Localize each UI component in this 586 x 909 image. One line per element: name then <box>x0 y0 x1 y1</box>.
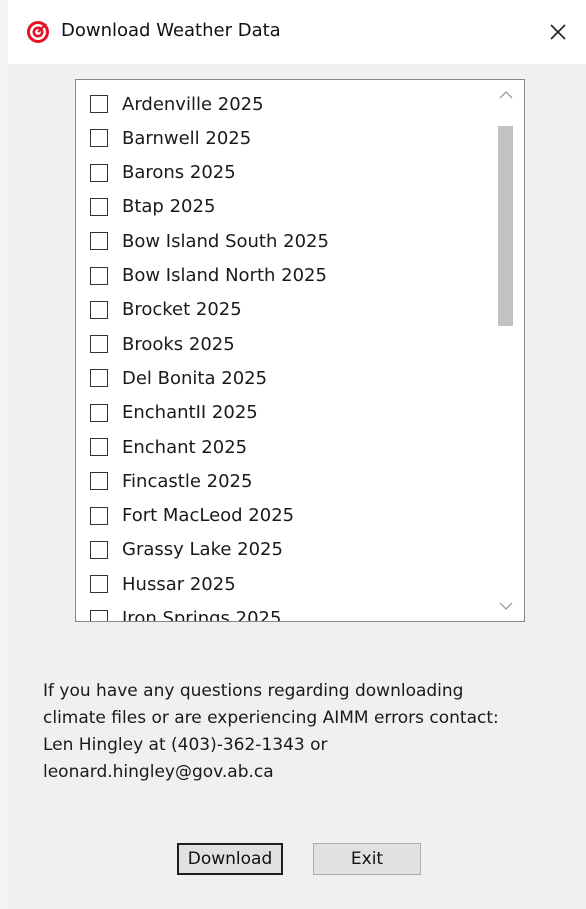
station-list-item[interactable]: Fincastle 2025 <box>90 466 252 496</box>
station-label: Brocket 2025 <box>122 299 242 321</box>
contact-line: If you have any questions regarding down… <box>43 681 464 701</box>
station-checkbox[interactable] <box>90 129 108 148</box>
exit-button[interactable]: Exit <box>313 843 421 875</box>
station-label: Btap 2025 <box>122 196 216 218</box>
station-checkbox[interactable] <box>90 575 108 594</box>
station-label: Ardenville 2025 <box>122 93 264 115</box>
close-button[interactable] <box>530 0 586 64</box>
station-label: Bow Island South 2025 <box>122 230 329 252</box>
station-list-item[interactable]: Del Bonita 2025 <box>90 363 267 393</box>
station-label: Barnwell 2025 <box>122 127 252 149</box>
station-list-item[interactable]: Bow Island North 2025 <box>90 261 327 291</box>
station-list-item[interactable]: Barnwell 2025 <box>90 123 251 153</box>
contact-email: leonard.hingley@gov.ab.ca <box>43 762 274 782</box>
station-label: Fort MacLeod 2025 <box>122 505 295 527</box>
station-list-item[interactable]: Iron Springs 2025 <box>90 604 282 622</box>
target-icon <box>27 21 49 43</box>
station-list-item[interactable]: Brocket 2025 <box>90 295 242 325</box>
station-checkbox[interactable] <box>90 506 108 525</box>
station-label: Iron Springs 2025 <box>122 608 282 622</box>
close-icon <box>550 24 566 40</box>
station-list-item[interactable]: Bow Island South 2025 <box>90 226 329 256</box>
station-list-item[interactable]: Fort MacLeod 2025 <box>90 501 294 531</box>
station-checkbox[interactable] <box>90 369 108 388</box>
contact-info: If you have any questions regarding down… <box>43 678 563 786</box>
station-list-item[interactable]: Barons 2025 <box>90 158 236 188</box>
station-label: Del Bonita 2025 <box>122 367 268 389</box>
station-label: Brooks 2025 <box>122 333 235 355</box>
station-label: Fincastle 2025 <box>122 470 253 492</box>
station-checklist[interactable]: Ardenville 2025 Barnwell 2025 Barons 2025 B… <box>75 79 525 622</box>
contact-line: climate files or are experiencing AIMM e… <box>43 708 499 728</box>
download-weather-data-dialog: Download Weather Data Ardenville 2025 Bar… <box>8 0 586 909</box>
station-label: Bow Island North 2025 <box>122 265 327 286</box>
download-button[interactable]: Download <box>177 843 283 875</box>
station-label: Grassy Lake 2025 <box>122 539 283 561</box>
station-checkbox[interactable] <box>90 95 108 113</box>
station-checkbox[interactable] <box>90 232 108 251</box>
station-list-item[interactable]: EnchantII 2025 <box>90 398 258 428</box>
station-checkbox[interactable] <box>90 266 108 285</box>
window-title: Download Weather Data <box>61 20 281 41</box>
station-label: EnchantII 2025 <box>122 402 258 424</box>
station-checkbox[interactable] <box>90 335 108 354</box>
vertical-scrollbar[interactable] <box>490 80 524 621</box>
scroll-up-arrow-icon[interactable] <box>499 90 513 100</box>
station-label: Enchant 2025 <box>122 436 248 458</box>
station-checkbox[interactable] <box>90 472 108 491</box>
station-checkbox[interactable] <box>90 300 108 319</box>
title-bar: Download Weather Data <box>8 0 586 64</box>
station-list-item[interactable]: Btap 2025 <box>90 192 215 222</box>
scroll-down-arrow-icon[interactable] <box>499 601 513 611</box>
station-checkbox[interactable] <box>90 438 108 456</box>
station-list-item[interactable]: Hussar 2025 <box>90 569 236 599</box>
station-checkbox[interactable] <box>90 540 108 559</box>
station-list-item[interactable]: Brooks 2025 <box>90 329 235 359</box>
scrollbar-thumb[interactable] <box>498 126 513 326</box>
station-list-item[interactable]: Enchant 2025 <box>90 432 247 462</box>
station-checkbox[interactable] <box>90 609 108 621</box>
station-label: Barons 2025 <box>122 162 236 184</box>
station-checkbox[interactable] <box>90 403 108 422</box>
station-checkbox[interactable] <box>90 197 108 216</box>
station-list-item[interactable]: Ardenville 2025 <box>90 89 264 119</box>
contact-line: Len Hingley at (403)-362-1343 or <box>43 735 328 755</box>
station-checkbox[interactable] <box>90 163 108 182</box>
station-list-item[interactable]: Grassy Lake 2025 <box>90 535 283 565</box>
station-label: Hussar 2025 <box>122 573 236 595</box>
